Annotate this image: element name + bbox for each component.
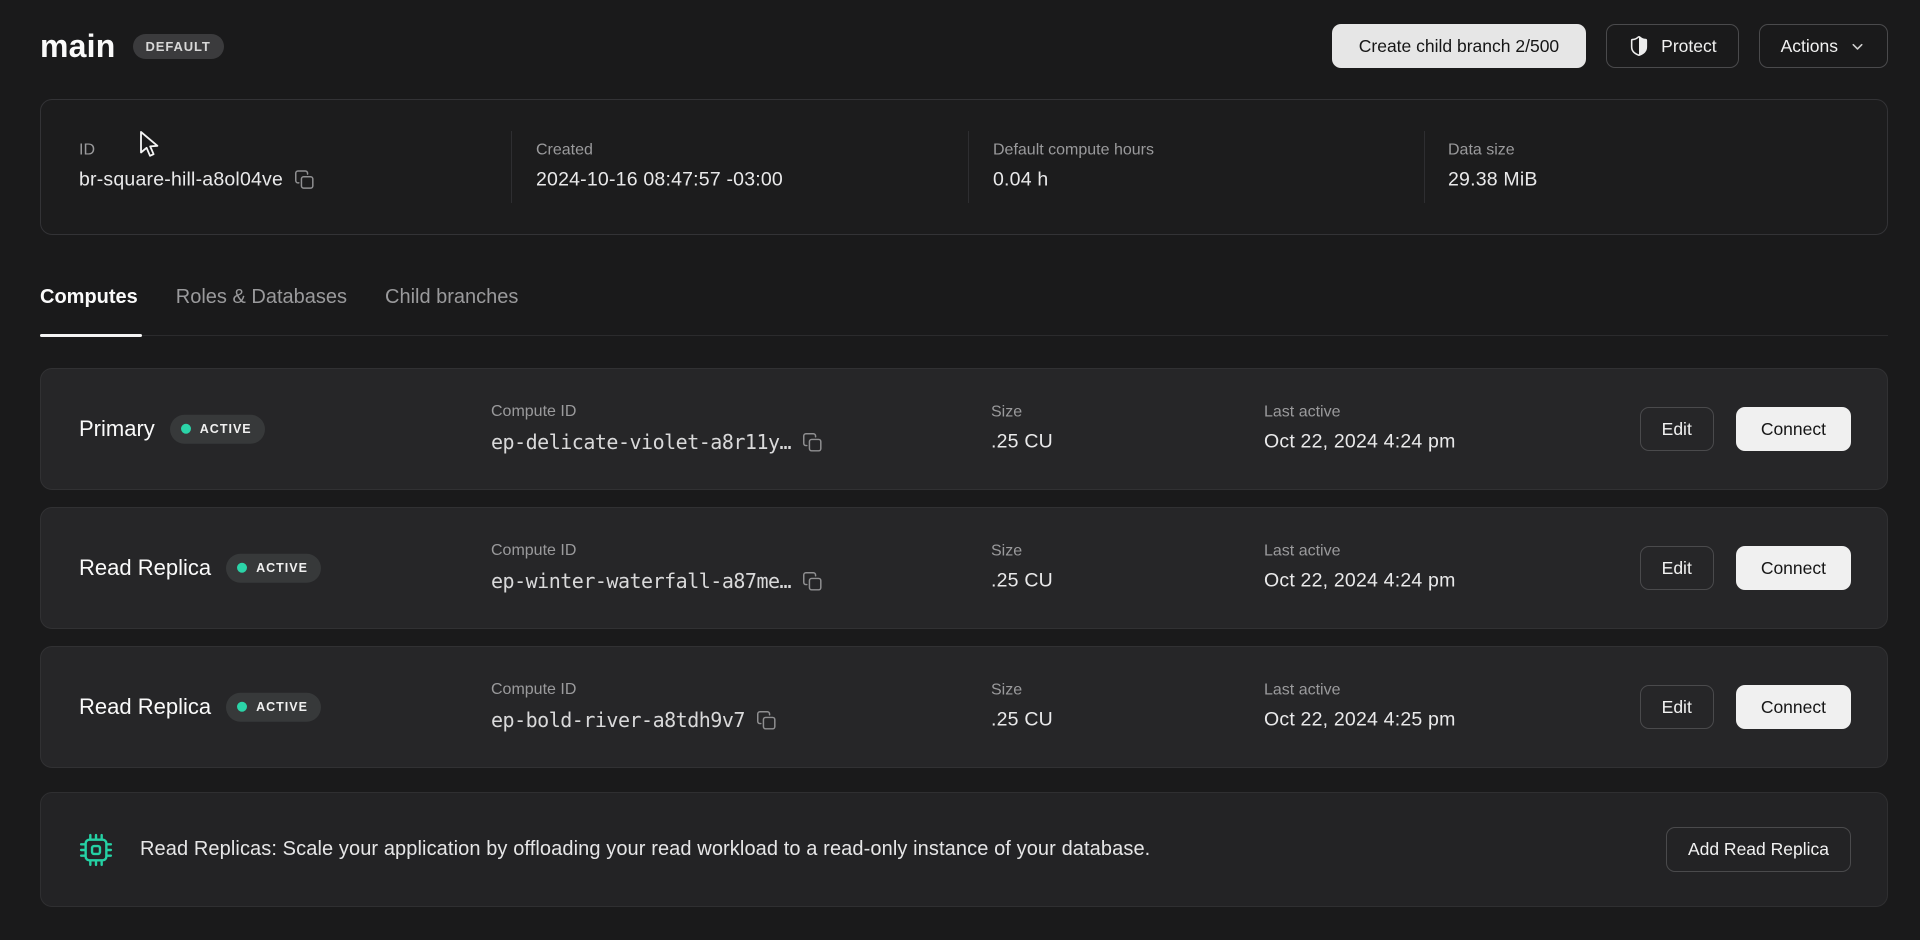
field-size: Size .25 CU xyxy=(991,543,1053,592)
edit-button[interactable]: Edit xyxy=(1640,407,1714,451)
copy-branch-id-button[interactable] xyxy=(294,169,315,190)
field-compute-hours: Default compute hours 0.04 h xyxy=(993,142,1154,191)
copy-icon xyxy=(802,571,823,592)
field-created: Created 2024-10-16 08:47:57 -03:00 xyxy=(536,142,783,191)
status-dot-icon xyxy=(181,424,191,434)
actions-label: Actions xyxy=(1781,36,1838,57)
shield-icon xyxy=(1628,35,1650,57)
copy-compute-id-button[interactable] xyxy=(756,710,777,731)
connect-button[interactable]: Connect xyxy=(1736,546,1851,590)
data-size-label: Data size xyxy=(1448,142,1538,158)
compute-hours-label: Default compute hours xyxy=(993,142,1154,158)
copy-compute-id-button[interactable] xyxy=(802,571,823,592)
field-compute-id: Compute ID ep-bold-river-a8tdh9v7 xyxy=(491,682,777,732)
status-dot-icon xyxy=(237,702,247,712)
compute-row-primary: Primary ACTIVE Compute ID ep-delicate-vi… xyxy=(40,368,1888,490)
last-active-label: Last active xyxy=(1264,543,1456,559)
size-label: Size xyxy=(991,404,1053,420)
copy-compute-id-button[interactable] xyxy=(802,432,823,453)
page-title: main xyxy=(40,28,116,65)
branch-id-value: br-square-hill-a8ol04ve xyxy=(79,168,283,191)
field-last-active: Last active Oct 22, 2024 4:24 pm xyxy=(1264,404,1456,453)
last-active-label: Last active xyxy=(1264,682,1456,698)
read-replica-description: Read Replicas: Scale your application by… xyxy=(140,838,1666,861)
compute-name: Read Replica xyxy=(79,694,211,720)
compute-name: Primary xyxy=(79,416,155,442)
last-active-value: Oct 22, 2024 4:24 pm xyxy=(1264,569,1456,592)
branch-title-group: main DEFAULT xyxy=(40,28,224,65)
status-label: ACTIVE xyxy=(256,562,308,575)
compute-id-label: Compute ID xyxy=(491,543,823,559)
connect-button[interactable]: Connect xyxy=(1736,685,1851,729)
size-value: .25 CU xyxy=(991,430,1053,453)
compute-id-value: ep-bold-river-a8tdh9v7 xyxy=(491,708,745,732)
field-data-size: Data size 29.38 MiB xyxy=(1448,142,1538,191)
last-active-value: Oct 22, 2024 4:25 pm xyxy=(1264,708,1456,731)
size-value: .25 CU xyxy=(991,569,1053,592)
status-badge: ACTIVE xyxy=(170,415,265,444)
compute-row-read-replica-1: Read Replica ACTIVE Compute ID ep-winter… xyxy=(40,507,1888,629)
status-dot-icon xyxy=(237,563,247,573)
divider xyxy=(968,131,969,203)
compute-id-label: Compute ID xyxy=(491,404,823,420)
tab-child-branches[interactable]: Child branches xyxy=(385,286,518,335)
default-badge: DEFAULT xyxy=(133,34,224,59)
data-size-value: 29.38 MiB xyxy=(1448,168,1538,191)
branch-info-card: ID br-square-hill-a8ol04ve Created 2024-… xyxy=(40,99,1888,235)
field-last-active: Last active Oct 22, 2024 4:24 pm xyxy=(1264,543,1456,592)
compute-id-label: Compute ID xyxy=(491,682,777,698)
created-value: 2024-10-16 08:47:57 -03:00 xyxy=(536,168,783,191)
compute-row-read-replica-2: Read Replica ACTIVE Compute ID ep-bold-r… xyxy=(40,646,1888,768)
tab-roles-databases[interactable]: Roles & Databases xyxy=(176,286,347,335)
divider xyxy=(1424,131,1425,203)
compute-id-value: ep-winter-waterfall-a87me… xyxy=(491,569,791,593)
compute-hours-value: 0.04 h xyxy=(993,168,1154,191)
size-label: Size xyxy=(991,543,1053,559)
edit-button[interactable]: Edit xyxy=(1640,685,1714,729)
tab-computes[interactable]: Computes xyxy=(40,286,138,335)
copy-icon xyxy=(756,710,777,731)
create-child-branch-button[interactable]: Create child branch 2/500 xyxy=(1332,24,1586,68)
size-label: Size xyxy=(991,682,1053,698)
branch-detail-page: main DEFAULT Create child branch 2/500 P… xyxy=(0,0,1920,940)
created-label: Created xyxy=(536,142,783,158)
compute-name: Read Replica xyxy=(79,555,211,581)
status-label: ACTIVE xyxy=(256,701,308,714)
field-last-active: Last active Oct 22, 2024 4:25 pm xyxy=(1264,682,1456,731)
last-active-value: Oct 22, 2024 4:24 pm xyxy=(1264,430,1456,453)
header-actions: Create child branch 2/500 Protect Action… xyxy=(1332,24,1888,68)
field-compute-id: Compute ID ep-winter-waterfall-a87me… xyxy=(491,543,823,593)
connect-button[interactable]: Connect xyxy=(1736,407,1851,451)
field-id: ID br-square-hill-a8ol04ve xyxy=(79,142,315,191)
status-label: ACTIVE xyxy=(200,423,252,436)
page-header: main DEFAULT Create child branch 2/500 P… xyxy=(40,0,1888,92)
add-read-replica-button[interactable]: Add Read Replica xyxy=(1666,827,1851,872)
protect-label: Protect xyxy=(1661,36,1716,57)
id-label: ID xyxy=(79,142,315,158)
compute-id-value: ep-delicate-violet-a8r11y… xyxy=(491,430,791,454)
status-badge: ACTIVE xyxy=(226,693,321,722)
edit-button[interactable]: Edit xyxy=(1640,546,1714,590)
last-active-label: Last active xyxy=(1264,404,1456,420)
size-value: .25 CU xyxy=(991,708,1053,731)
field-compute-id: Compute ID ep-delicate-violet-a8r11y… xyxy=(491,404,823,454)
read-replica-banner: Read Replicas: Scale your application by… xyxy=(40,792,1888,907)
chevron-down-icon xyxy=(1849,38,1866,55)
status-badge: ACTIVE xyxy=(226,554,321,583)
copy-icon xyxy=(802,432,823,453)
field-size: Size .25 CU xyxy=(991,682,1053,731)
tab-bar: Computes Roles & Databases Child branche… xyxy=(40,286,1888,336)
divider xyxy=(511,131,512,203)
copy-icon xyxy=(294,169,315,190)
cpu-chip-icon xyxy=(79,833,113,867)
protect-button[interactable]: Protect xyxy=(1606,24,1738,68)
actions-menu-button[interactable]: Actions xyxy=(1759,24,1888,68)
field-size: Size .25 CU xyxy=(991,404,1053,453)
